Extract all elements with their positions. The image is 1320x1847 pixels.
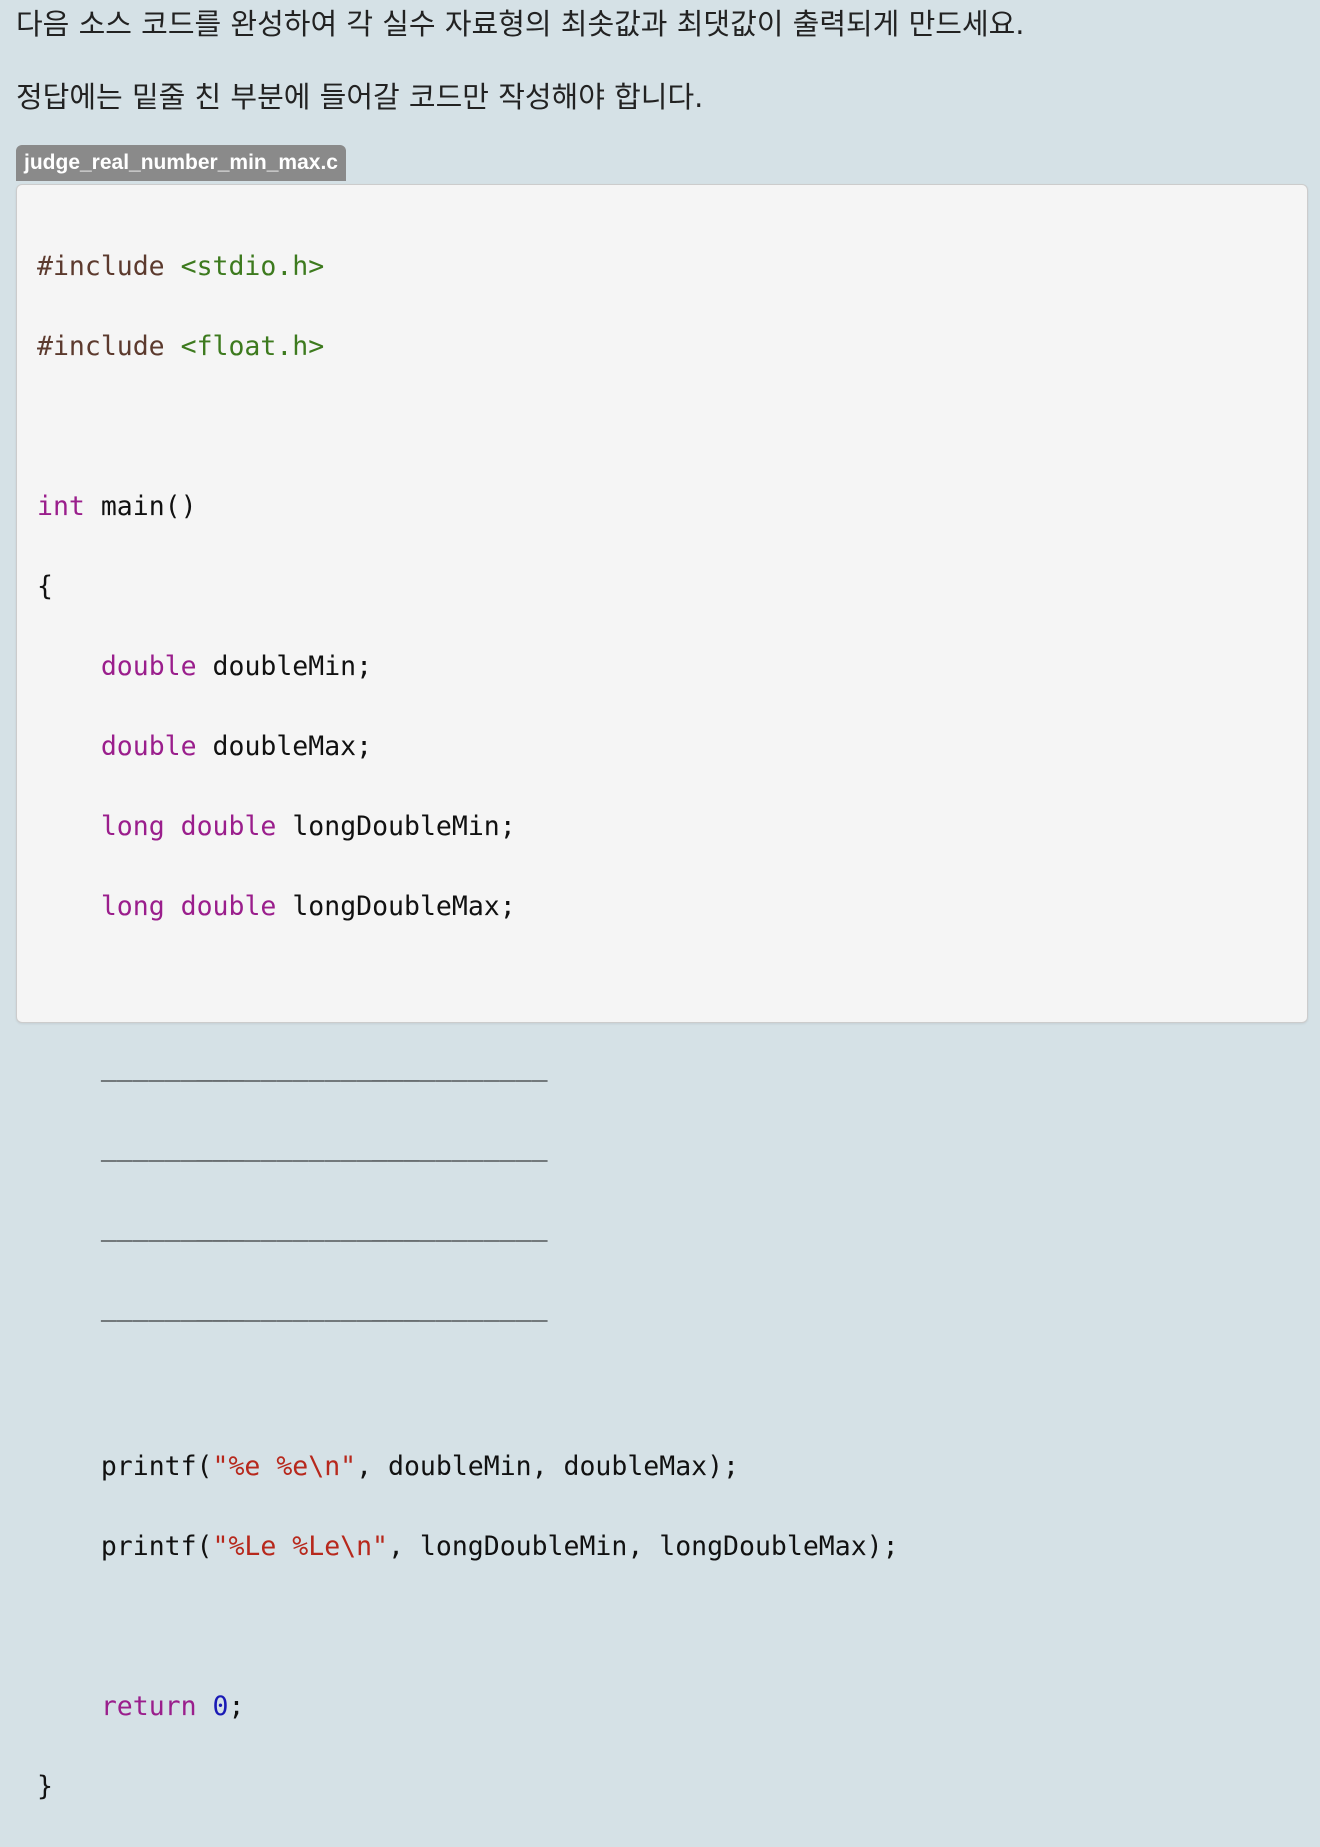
preprocessor-keyword: #include: [37, 251, 165, 282]
code-line: }: [37, 1767, 899, 1807]
function-call: printf(: [100, 1531, 213, 1562]
variable-declaration: longDoubleMin;: [292, 811, 516, 842]
call-arguments: , doubleMin, doubleMax);: [356, 1451, 740, 1482]
format-string: "%e %e\n": [212, 1451, 357, 1482]
code-line: int main(): [37, 487, 899, 527]
answer-blank-line: ____________________________: [37, 1127, 899, 1167]
answer-blank-line: ____________________________: [37, 1207, 899, 1247]
open-brace: {: [37, 571, 53, 602]
variable-declaration: doubleMax;: [212, 731, 373, 762]
variable-declaration: longDoubleMax;: [292, 891, 516, 922]
header-name: <float.h>: [180, 331, 325, 362]
number-literal: 0: [212, 1691, 229, 1722]
type-keyword: long: [100, 891, 165, 922]
code-block: #include <stdio.h> #include <float.h> in…: [16, 184, 1308, 1802]
call-arguments: , longDoubleMin, longDoubleMax);: [388, 1531, 899, 1562]
header-name: <stdio.h>: [180, 251, 325, 282]
code-line: printf("%Le %Le\n", longDoubleMin, longD…: [37, 1527, 899, 1567]
variable-declaration: doubleMin;: [212, 651, 373, 682]
answer-blank-line: ____________________________: [37, 1047, 899, 1087]
file-name-tab: judge_real_number_min_max.c: [16, 145, 346, 181]
code-line: return 0;: [100, 1691, 245, 1722]
answer-blank-line: ____________________________: [37, 1287, 899, 1327]
answer-blank: ____________________________: [100, 1131, 548, 1162]
type-keyword: long: [100, 811, 165, 842]
type-keyword: double: [180, 811, 277, 842]
preprocessor-keyword: #include: [37, 331, 165, 362]
code-line: long double longDoubleMin;: [37, 807, 899, 847]
code-line: #include <float.h>: [37, 327, 899, 367]
instruction-text-2: 정답에는 밑줄 친 부분에 들어갈 코드만 작성해야 합니다.: [16, 80, 704, 114]
code-line-empty: [37, 1367, 899, 1407]
code-line-empty: [37, 407, 899, 447]
code-line: double doubleMin;: [37, 647, 899, 687]
code-line: #include <stdio.h>: [37, 247, 899, 287]
source-code: #include <stdio.h> #include <float.h> in…: [37, 207, 899, 1847]
answer-blank: ____________________________: [100, 1051, 548, 1082]
code-line: long double longDoubleMax;: [37, 887, 899, 927]
answer-blank: ____________________________: [100, 1291, 548, 1322]
type-keyword: double: [180, 891, 277, 922]
instruction-text-1: 다음 소스 코드를 완성하여 각 실수 자료형의 최솟값과 최댓값이 출력되게 …: [16, 7, 1025, 41]
code-line: printf("%e %e\n", doubleMin, doubleMax);: [37, 1447, 899, 1487]
function-call: printf(: [100, 1451, 213, 1482]
code-line: double doubleMax;: [37, 727, 899, 767]
type-keyword: double: [100, 651, 197, 682]
close-brace: }: [37, 1771, 53, 1802]
format-string: "%Le %Le\n": [212, 1531, 389, 1562]
type-keyword: int: [37, 491, 85, 522]
type-keyword: double: [100, 731, 197, 762]
function-signature: main(): [100, 491, 197, 522]
answer-blank: ____________________________: [100, 1211, 548, 1242]
return-keyword: return: [100, 1691, 197, 1722]
code-line-empty: [37, 1607, 899, 1647]
code-line-empty: [37, 967, 899, 1007]
code-line: {: [37, 567, 899, 607]
